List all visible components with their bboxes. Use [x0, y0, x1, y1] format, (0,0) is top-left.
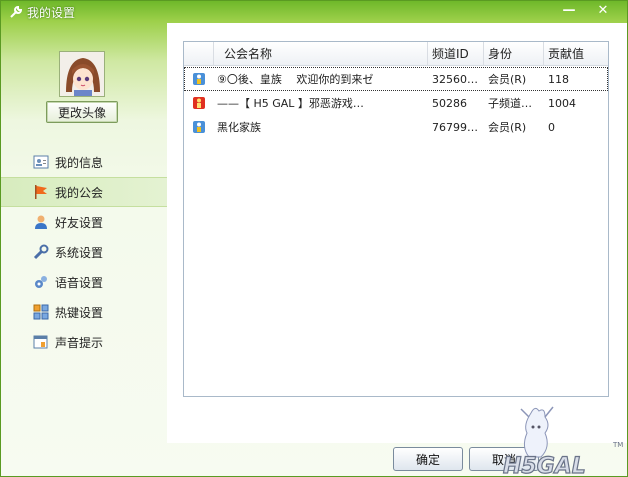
guild-name: ——【 H5 GAL 】邪恶游戏…	[217, 97, 364, 110]
title-bar[interactable]: 我的设置 — ✕	[1, 1, 627, 23]
contribution-value: 1004	[548, 96, 576, 110]
close-button[interactable]: ✕	[589, 1, 617, 19]
table-header: 公会名称 频道ID 身份 贡献值	[184, 42, 608, 66]
guild-table: 公会名称 频道ID 身份 贡献值 ⑨〇後、皇族 欢迎你的到来ゼ 32560210…	[183, 41, 609, 397]
member-role: 会员(R)	[488, 73, 527, 86]
window-title: 我的设置	[27, 5, 76, 20]
settings-window: 我的设置 — ✕ 更改头像 我的信息 我的公会 好友设置 系统设置 语音设置 热…	[0, 0, 628, 477]
sidebar-item-hotkey-settings[interactable]: 热键设置	[1, 297, 167, 327]
ok-button[interactable]: 确定	[393, 447, 463, 471]
avatar	[59, 51, 105, 97]
header-icon-column[interactable]	[184, 42, 214, 66]
sidebar-item-friend-settings[interactable]: 好友设置	[1, 207, 167, 237]
sidebar-item-label: 系统设置	[55, 245, 104, 260]
voice-icon	[33, 274, 49, 290]
sidebar-item-sound-alerts[interactable]: 声音提示	[1, 327, 167, 357]
member-role: 会员(R)	[488, 121, 527, 134]
channel-id: 76799295	[432, 120, 484, 134]
wrench-icon	[9, 5, 23, 19]
channel-id: 32560210	[432, 72, 484, 86]
table-row[interactable]: ——【 H5 GAL 】邪恶游戏… 50286 子频道… 1004	[184, 91, 608, 115]
header-role[interactable]: 身份	[484, 42, 544, 66]
wrench-icon	[33, 244, 49, 260]
table-row[interactable]: 黑化家族 76799295 会员(R) 0	[184, 115, 608, 139]
header-guild-name[interactable]: 公会名称	[214, 42, 428, 66]
guild-name: 黑化家族	[217, 121, 261, 134]
minimize-button[interactable]: —	[555, 1, 583, 19]
sidebar-item-label: 好友设置	[55, 215, 104, 230]
header-contribution[interactable]: 贡献值	[544, 42, 608, 66]
guild-name: ⑨〇後、皇族 欢迎你的到来ゼ	[217, 73, 374, 86]
contribution-value: 118	[548, 72, 569, 86]
sidebar-item-my-info[interactable]: 我的信息	[1, 147, 167, 177]
user-icon	[33, 214, 49, 230]
sidebar-item-label: 我的公会	[55, 185, 104, 200]
header-channel-id[interactable]: 频道ID	[428, 42, 484, 66]
table-body: ⑨〇後、皇族 欢迎你的到来ゼ 32560210 会员(R) 118 ——【 H5…	[184, 67, 608, 139]
member-role: 子频道…	[488, 97, 532, 110]
sidebar-item-label: 语音设置	[55, 275, 104, 290]
contribution-value: 0	[548, 120, 555, 134]
sound-icon	[33, 334, 49, 350]
sidebar: 更改头像 我的信息 我的公会 好友设置 系统设置 语音设置 热键设置 声音提示	[1, 23, 167, 441]
sidebar-item-label: 热键设置	[55, 305, 104, 320]
channel-id: 50286	[432, 96, 467, 110]
h5gal-logo-watermark: H5GAL TM	[501, 403, 628, 477]
table-row[interactable]: ⑨〇後、皇族 欢迎你的到来ゼ 32560210 会员(R) 118	[184, 67, 608, 91]
sidebar-nav: 我的信息 我的公会 好友设置 系统设置 语音设置 热键设置 声音提示	[1, 147, 167, 357]
id-card-icon	[33, 154, 49, 170]
member-icon	[184, 120, 214, 134]
sidebar-item-label: 我的信息	[55, 155, 104, 170]
sidebar-item-voice-settings[interactable]: 语音设置	[1, 267, 167, 297]
sidebar-item-system-settings[interactable]: 系统设置	[1, 237, 167, 267]
sidebar-item-my-guild[interactable]: 我的公会	[1, 177, 167, 207]
sidebar-item-label: 声音提示	[55, 335, 104, 350]
admin-icon	[184, 96, 214, 110]
keyboard-icon	[33, 304, 49, 320]
svg-text:H5GAL: H5GAL	[503, 454, 586, 477]
svg-text:TM: TM	[612, 441, 623, 449]
member-icon	[184, 72, 214, 86]
change-avatar-button[interactable]: 更改头像	[46, 101, 118, 123]
flag-icon	[33, 184, 49, 200]
